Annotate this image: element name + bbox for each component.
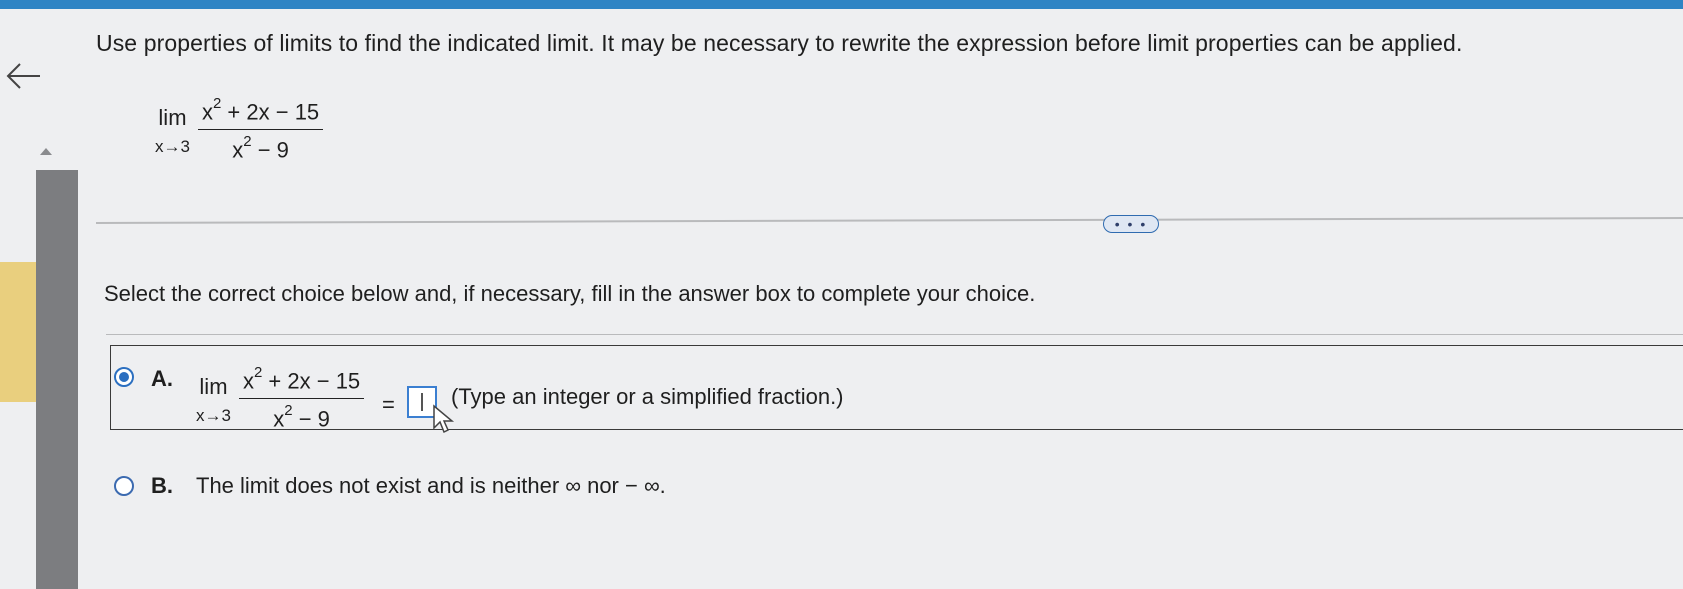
den-exponent: 2	[243, 133, 252, 151]
answer-hint: (Type an integer or a simplified fractio…	[451, 384, 844, 409]
numerator: x2 + 2x − 15	[238, 364, 365, 400]
num-exponent: 2	[212, 95, 222, 112]
top-bar	[0, 0, 1683, 9]
section-divider	[95, 217, 1683, 224]
back-arrow-icon[interactable]	[4, 56, 44, 96]
choice-b-radio[interactable]	[114, 476, 134, 496]
denominator: x2 − 9	[232, 130, 289, 163]
problem-expression: lim x→3 x2 + 2x − 15 x2 − 9	[155, 95, 324, 164]
denominator: x2 − 9	[273, 399, 330, 432]
den-var: x	[273, 406, 285, 432]
choice-a-expression: lim x→3 x2 + 2x − 15 x2 − 9	[196, 364, 365, 433]
equals-sign: =	[382, 392, 395, 417]
limit-operator: lim x→3	[155, 105, 190, 157]
choice-a-radio[interactable]	[114, 367, 134, 387]
numerator: x2 + 2x − 15	[197, 95, 324, 131]
den-rest: − 9	[292, 406, 330, 432]
limit-operator: lim x→3	[196, 374, 231, 426]
text-caret	[421, 393, 423, 411]
num-rest: + 2x − 15	[262, 368, 361, 394]
den-var: x	[232, 137, 244, 163]
num-var: x	[201, 99, 213, 125]
lim-label: lim	[158, 104, 187, 130]
choices-divider	[106, 334, 1683, 335]
select-prompt: Select the correct choice below and, if …	[104, 281, 1036, 306]
choice-b-letter: B.	[151, 473, 173, 498]
instruction-text: Use properties of limits to find the ind…	[96, 30, 1463, 56]
fraction: x2 + 2x − 15 x2 − 9	[238, 364, 365, 433]
scrollbar[interactable]	[36, 170, 78, 589]
den-exponent: 2	[284, 402, 293, 420]
fraction: x2 + 2x − 15 x2 − 9	[197, 95, 324, 164]
num-exponent: 2	[253, 364, 263, 381]
more-button[interactable]: • • •	[1103, 215, 1159, 233]
side-highlight	[0, 262, 36, 402]
num-rest: + 2x − 15	[221, 99, 320, 125]
lim-approach: x→3	[155, 136, 190, 156]
lim-label: lim	[199, 373, 228, 399]
lim-approach: x→3	[196, 405, 231, 425]
den-rest: − 9	[251, 137, 289, 163]
choice-a-letter: A.	[151, 366, 173, 391]
num-var: x	[242, 368, 254, 394]
scroll-up-icon[interactable]	[40, 148, 52, 155]
choice-b-text[interactable]: The limit does not exist and is neither …	[196, 473, 666, 499]
